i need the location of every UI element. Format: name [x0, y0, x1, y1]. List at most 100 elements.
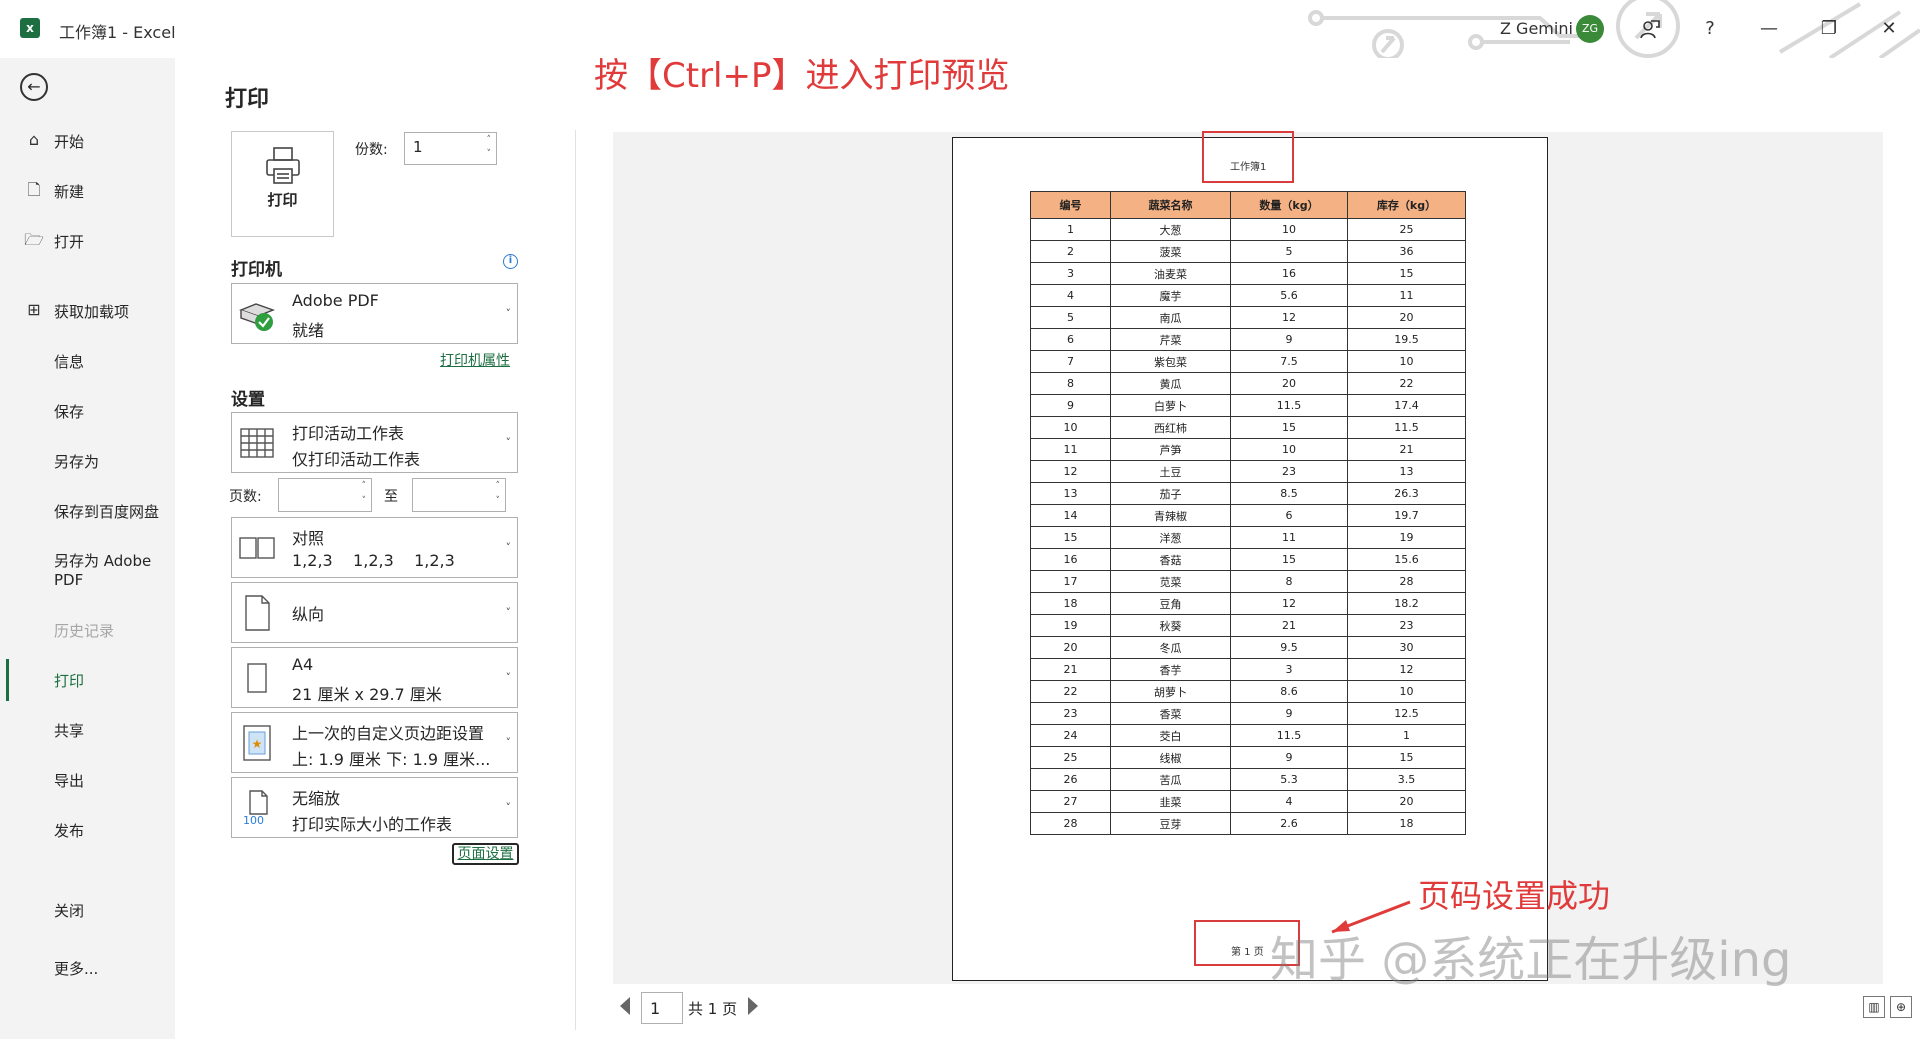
- table-row: 12 土豆 23 13: [1030, 460, 1466, 483]
- nav-item-addins[interactable]: ⊞ 获取加载项: [0, 290, 175, 330]
- paper-size-dropdown[interactable]: A4 21 厘米 x 29.7 厘米 ˅: [231, 647, 518, 708]
- collate-pages-icon: [239, 537, 275, 559]
- previous-page-icon[interactable]: [620, 997, 630, 1015]
- nav-item-label: 开始: [54, 133, 85, 151]
- print-scope-dropdown[interactable]: 打印活动工作表 仅打印活动工作表 ˅: [231, 412, 518, 473]
- page-number-input[interactable]: 1: [641, 992, 683, 1024]
- zoom-to-page-icon[interactable]: ⊕: [1890, 996, 1912, 1018]
- chevron-down-icon[interactable]: ˅: [362, 496, 367, 506]
- table-cell: 12: [1030, 460, 1111, 483]
- collate-dropdown[interactable]: 对照 1,2,3 1,2,3 1,2,3 ˅: [231, 517, 518, 578]
- pages-to-input[interactable]: ˄ ˅: [412, 478, 506, 512]
- nav-item-save[interactable]: 保存: [0, 390, 175, 430]
- table-cell: 洋葱: [1110, 526, 1231, 549]
- table-cell: 芹菜: [1110, 328, 1231, 351]
- table-cell: 油麦菜: [1110, 262, 1231, 285]
- table-cell: 17.4: [1347, 394, 1466, 417]
- avatar[interactable]: ZG: [1576, 15, 1604, 43]
- table-row: 27 韭菜 4 20: [1030, 790, 1466, 813]
- nav-item-open[interactable]: 🗁 打开: [0, 220, 175, 260]
- table-cell: 30: [1347, 636, 1466, 659]
- print-button[interactable]: 打印: [231, 131, 334, 237]
- chevron-up-icon[interactable]: ˄: [487, 135, 492, 145]
- nav-item-more[interactable]: 更多...: [0, 947, 175, 987]
- pages-from-input[interactable]: ˄ ˅: [278, 478, 372, 512]
- table-cell: 8: [1030, 372, 1111, 395]
- table-cell: 10: [1030, 416, 1111, 439]
- table-cell: 1: [1347, 724, 1466, 747]
- table-row: 2 菠菜 5 36: [1030, 240, 1466, 263]
- header-highlight-box: [1202, 131, 1294, 183]
- table-cell: 24: [1030, 724, 1111, 747]
- table-cell: 6: [1230, 504, 1348, 527]
- annotation-bottom: 页码设置成功: [1418, 877, 1611, 915]
- nav-item-label: 共享: [54, 722, 85, 740]
- table-cell: 18: [1030, 592, 1111, 615]
- close-window-icon[interactable]: ✕: [1869, 12, 1909, 46]
- user-name[interactable]: Z Gemini: [1500, 19, 1573, 38]
- orientation-value: 纵向: [292, 605, 325, 624]
- collate-title: 对照: [292, 529, 325, 548]
- chevron-down-icon: ˅: [505, 541, 512, 554]
- table-cell: 28: [1030, 812, 1111, 835]
- table-cell: 36: [1347, 240, 1466, 263]
- margins-dropdown[interactable]: ★ 上一次的自定义页边距设置 上: 1.9 厘米 下: 1.9 厘米... ˅: [231, 712, 518, 773]
- chevron-down-icon: ˅: [505, 736, 512, 749]
- show-margins-icon[interactable]: ▥: [1863, 996, 1885, 1018]
- table-cell: 7.5: [1230, 350, 1348, 373]
- share-feedback-icon[interactable]: [1630, 12, 1670, 46]
- table-cell: 5.3: [1230, 768, 1348, 791]
- table-cell: 3.5: [1347, 768, 1466, 791]
- page-header-text: 工作簿1: [1230, 162, 1267, 173]
- scaling-desc: 打印实际大小的工作表: [292, 815, 453, 834]
- table-cell: 大葱: [1110, 218, 1231, 241]
- next-page-icon[interactable]: [748, 997, 758, 1015]
- table-cell: 21: [1030, 658, 1111, 681]
- table-row: 24 茭白 11.5 1: [1030, 724, 1466, 747]
- printer-dropdown[interactable]: Adobe PDF 就绪 ˅: [231, 283, 518, 344]
- nav-item-save-as-pdf[interactable]: 另存为 Adobe PDF: [0, 541, 175, 591]
- page-footer-text: 第 1 页: [1231, 947, 1264, 958]
- table-cell: 3: [1230, 658, 1348, 681]
- scaling-dropdown[interactable]: 100 无缩放 打印实际大小的工作表 ˅: [231, 777, 518, 838]
- table-cell: 青辣椒: [1110, 504, 1231, 527]
- chevron-up-icon[interactable]: ˄: [496, 481, 501, 491]
- info-icon[interactable]: i: [503, 254, 518, 269]
- chevron-down-icon[interactable]: ˅: [496, 496, 501, 506]
- page-number-value: 1: [650, 999, 661, 1018]
- nav-item-label: 信息: [54, 353, 85, 371]
- nav-item-share[interactable]: 共享: [0, 709, 175, 749]
- page-setup-link[interactable]: 页面设置: [452, 843, 519, 865]
- copies-stepper[interactable]: 1 ˄ ˅: [404, 132, 497, 165]
- nav-item-new[interactable]: 🗋 新建: [0, 170, 175, 210]
- table-cell: 25: [1347, 218, 1466, 241]
- table-cell: 20: [1030, 636, 1111, 659]
- minimize-icon[interactable]: —: [1749, 12, 1789, 46]
- table-cell: 8.5: [1230, 482, 1348, 505]
- back-arrow-icon[interactable]: ←: [20, 73, 48, 101]
- chevron-down-icon[interactable]: ˅: [487, 149, 492, 159]
- nav-item-info[interactable]: 信息: [0, 340, 175, 380]
- restore-icon[interactable]: ❐: [1809, 12, 1849, 46]
- nav-item-save-as[interactable]: 另存为: [0, 440, 175, 480]
- nav-item-publish[interactable]: 发布: [0, 809, 175, 849]
- table-cell: 12: [1347, 658, 1466, 681]
- table-cell: 18.2: [1347, 592, 1466, 615]
- nav-item-close[interactable]: 关闭: [0, 889, 175, 929]
- printer-properties-link[interactable]: 打印机属性: [440, 350, 510, 370]
- table-cell: 25: [1030, 746, 1111, 769]
- table-row: 8 黄瓜 20 22: [1030, 372, 1466, 395]
- chevron-up-icon[interactable]: ˄: [362, 481, 367, 491]
- table-row: 9 白萝卜 11.5 17.4: [1030, 394, 1466, 417]
- help-icon[interactable]: ?: [1690, 12, 1730, 46]
- worksheet-grid-icon: [240, 428, 274, 458]
- copies-value: 1: [413, 138, 423, 156]
- copies-label: 份数:: [355, 142, 388, 158]
- nav-item-home[interactable]: ⌂ 开始: [0, 120, 175, 160]
- nav-item-save-baidu[interactable]: 保存到百度网盘: [0, 490, 175, 530]
- paper-size-title: A4: [292, 655, 314, 674]
- orientation-dropdown[interactable]: 纵向 ˅: [231, 582, 518, 643]
- nav-item-export[interactable]: 导出: [0, 759, 175, 799]
- table-cell: 5: [1230, 240, 1348, 263]
- nav-item-print[interactable]: 打印: [0, 659, 175, 699]
